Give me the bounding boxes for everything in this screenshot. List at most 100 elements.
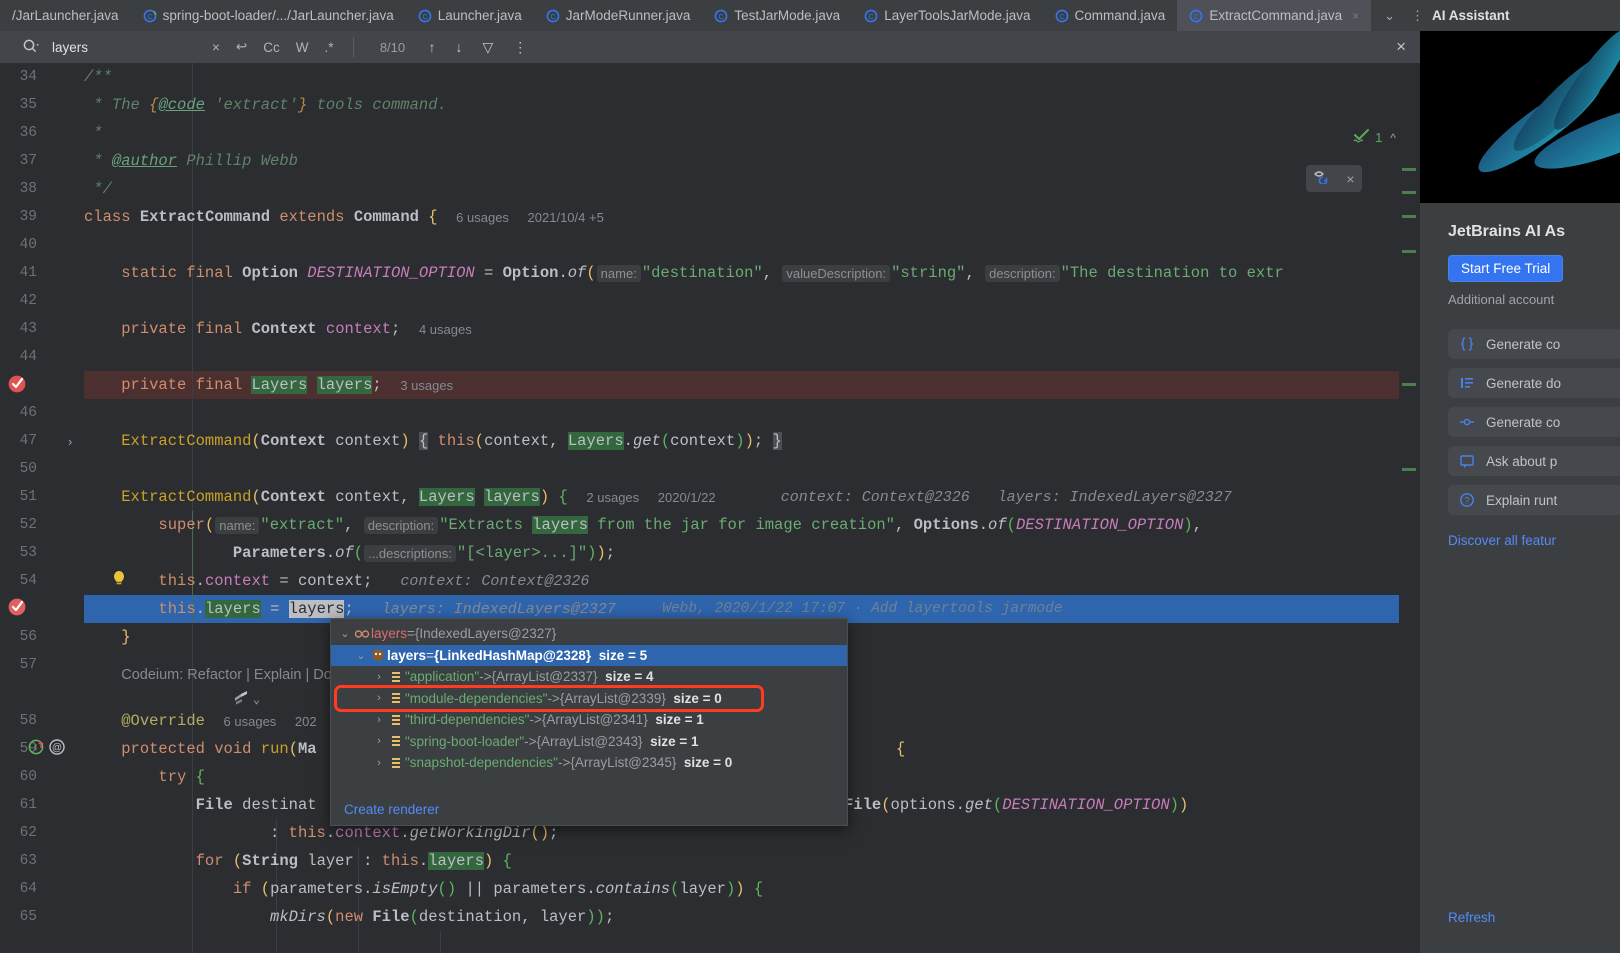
java-class-icon: C	[1189, 9, 1203, 23]
debugger-row[interactable]: › "third-dependencies" -> {ArrayList@234…	[331, 709, 847, 731]
inspection-prev-icon[interactable]: ^	[1390, 131, 1396, 145]
vcs-date[interactable]: 202	[295, 714, 317, 729]
java-class-icon: C	[714, 9, 728, 23]
search-match: Layers	[568, 432, 624, 450]
search-match: Layers	[251, 376, 307, 394]
debugger-value-popup[interactable]: ⌄ layers = {IndexedLayers@2327} ⌄ layers…	[330, 618, 848, 826]
tab-extractcommand[interactable]: C ExtractCommand.java ×	[1177, 0, 1371, 31]
action-generate-documentation[interactable]: Generate do	[1448, 368, 1620, 398]
clear-search-icon[interactable]: ×	[204, 40, 228, 55]
usage-count[interactable]: 6 usages	[456, 210, 509, 225]
variable-value: {ArrayList@2345}	[570, 755, 676, 770]
code-line-40	[84, 231, 1420, 259]
tab-bar-controls: ⌄ ⋮	[1371, 0, 1420, 31]
variable-eq: ->	[558, 755, 570, 770]
inline-debug-value[interactable]: context: Context@2326	[781, 489, 970, 506]
override-marker-icon[interactable]: @	[48, 738, 66, 761]
find-filter-icon[interactable]: ▽	[472, 39, 503, 56]
action-explain-runtime-error[interactable]: ? Explain runt	[1448, 485, 1620, 515]
whole-words-toggle[interactable]: W	[288, 40, 317, 55]
tab-command[interactable]: C Command.java	[1043, 0, 1178, 31]
implementing-method-icon[interactable]: I	[28, 738, 46, 761]
action-ask-about-project[interactable]: Ask about p	[1448, 446, 1620, 476]
discover-all-features-link[interactable]: Discover all featur	[1448, 533, 1620, 548]
search-input[interactable]	[52, 40, 202, 55]
breakpoint-verified-icon[interactable]	[6, 372, 28, 399]
tab-list-dropdown-icon[interactable]: ⌄	[1377, 8, 1402, 24]
action-generate-commit-message[interactable]: Generate co	[1448, 407, 1620, 437]
editor-gutter[interactable]: 34 35 36 37 38 39 40 41 42 43 44 46 47 ›…	[0, 63, 84, 953]
code-line-64: if (parameters.isEmpty() || parameters.c…	[84, 875, 1420, 903]
refresh-link[interactable]: Refresh	[1448, 910, 1495, 925]
usage-count[interactable]: 2 usages	[586, 490, 639, 505]
action-generate-code[interactable]: Generate co	[1448, 329, 1620, 359]
chevron-right-icon[interactable]: ›	[371, 735, 387, 747]
find-more-icon[interactable]: ⋮	[503, 39, 537, 56]
debugger-row[interactable]: › "application" -> {ArrayList@2337} size…	[331, 666, 847, 688]
close-find-icon[interactable]: ×	[1396, 37, 1406, 57]
usage-count[interactable]: 3 usages	[400, 378, 453, 393]
inline-debug-value[interactable]: layers: IndexedLayers@2327	[382, 601, 616, 618]
debugger-row[interactable]: › "snapshot-dependencies" -> {ArrayList@…	[331, 752, 847, 774]
chevron-right-icon[interactable]: ›	[371, 757, 387, 769]
expand-fold-icon[interactable]: ›	[68, 434, 72, 449]
close-icon[interactable]: ×	[1346, 171, 1354, 187]
line-number: 50	[20, 461, 37, 477]
stripe-marker-search[interactable]	[1402, 383, 1416, 386]
inline-debug-value[interactable]: context: Context@2326	[400, 573, 589, 590]
create-renderer-link[interactable]: Create renderer	[344, 802, 439, 817]
action-label: Ask about p	[1486, 454, 1557, 469]
inline-debug-value[interactable]: layers: IndexedLayers@2327	[998, 489, 1232, 506]
chevron-down-icon[interactable]: ⌄	[337, 627, 353, 640]
search-match: layers	[428, 852, 484, 870]
code-line-59-tail: {	[896, 735, 1420, 763]
debugger-row-highlighted[interactable]: › "module-dependencies" -> {ArrayList@23…	[337, 688, 761, 710]
stripe-marker-search[interactable]	[1402, 215, 1416, 218]
chevron-right-icon[interactable]: ›	[371, 671, 387, 683]
chevron-right-icon[interactable]: ›	[371, 692, 387, 704]
stripe-marker-search[interactable]	[1402, 191, 1416, 194]
find-previous-icon[interactable]: ↑	[418, 39, 445, 55]
variable-eq: ->	[524, 734, 536, 749]
tab-close-icon[interactable]: ×	[1352, 9, 1359, 23]
tab-options-icon[interactable]: ⋮	[1404, 8, 1420, 24]
tab-label: Launcher.java	[438, 8, 522, 23]
code-line-63: for (String layer : this.layers) {	[84, 847, 1420, 875]
find-next-icon[interactable]: ↓	[445, 39, 472, 55]
evaluate-expression-icon[interactable]	[1313, 168, 1331, 189]
chat-icon	[1458, 453, 1476, 469]
start-free-trial-button[interactable]: Start Free Trial	[1448, 255, 1563, 282]
debugger-row-selected[interactable]: ⌄ layers = {LinkedHashMap@2328} size = 5	[331, 645, 847, 667]
vcs-date[interactable]: 2021/10/4 +5	[528, 210, 604, 225]
search-icon[interactable]	[22, 38, 44, 57]
tab-layertoolsjarmode[interactable]: C LayerToolsJarMode.java	[852, 0, 1042, 31]
line-number: 47	[20, 433, 37, 449]
regex-history-icon[interactable]: ↩	[228, 39, 255, 55]
chevron-down-icon[interactable]: ⌄	[353, 649, 369, 662]
error-stripe-gutter[interactable]	[1399, 63, 1420, 953]
regex-toggle[interactable]: .*	[316, 40, 341, 55]
stripe-marker-search[interactable]	[1402, 468, 1416, 471]
breakpoint-verified-icon[interactable]	[6, 596, 28, 623]
vcs-date[interactable]: 2020/1/22	[658, 490, 716, 505]
floating-editor-toolbar[interactable]: ×	[1306, 165, 1362, 192]
tab-testjarmode[interactable]: C TestJarMode.java	[702, 0, 852, 31]
stripe-marker-search[interactable]	[1402, 250, 1416, 253]
debugger-row[interactable]: › "spring-boot-loader" -> {ArrayList@234…	[331, 731, 847, 753]
code-line-46	[84, 399, 1420, 427]
tab-jarlauncher-short[interactable]: /JarLauncher.java	[0, 0, 131, 31]
debugger-row[interactable]: ⌄ layers = {IndexedLayers@2327}	[331, 623, 847, 645]
usage-count[interactable]: 6 usages	[224, 714, 277, 729]
tab-launcher[interactable]: C Launcher.java	[406, 0, 534, 31]
line-number: 63	[20, 853, 37, 869]
tab-jarmoderunner[interactable]: C JarModeRunner.java	[534, 0, 703, 31]
match-case-toggle[interactable]: Cc	[255, 40, 288, 55]
chevron-right-icon[interactable]: ›	[371, 714, 387, 726]
action-label: Generate do	[1486, 376, 1561, 391]
line-number: 44	[20, 349, 37, 365]
vcs-annotation[interactable]: Webb, 2020/1/22 17:07 · Add layertools j…	[662, 601, 1062, 617]
stripe-marker-search[interactable]	[1402, 168, 1416, 171]
toolbar-divider	[353, 37, 354, 57]
tab-spring-boot-loader-jarlauncher[interactable]: C spring-boot-loader/.../JarLauncher.jav…	[131, 0, 406, 31]
usage-count[interactable]: 4 usages	[419, 322, 472, 337]
